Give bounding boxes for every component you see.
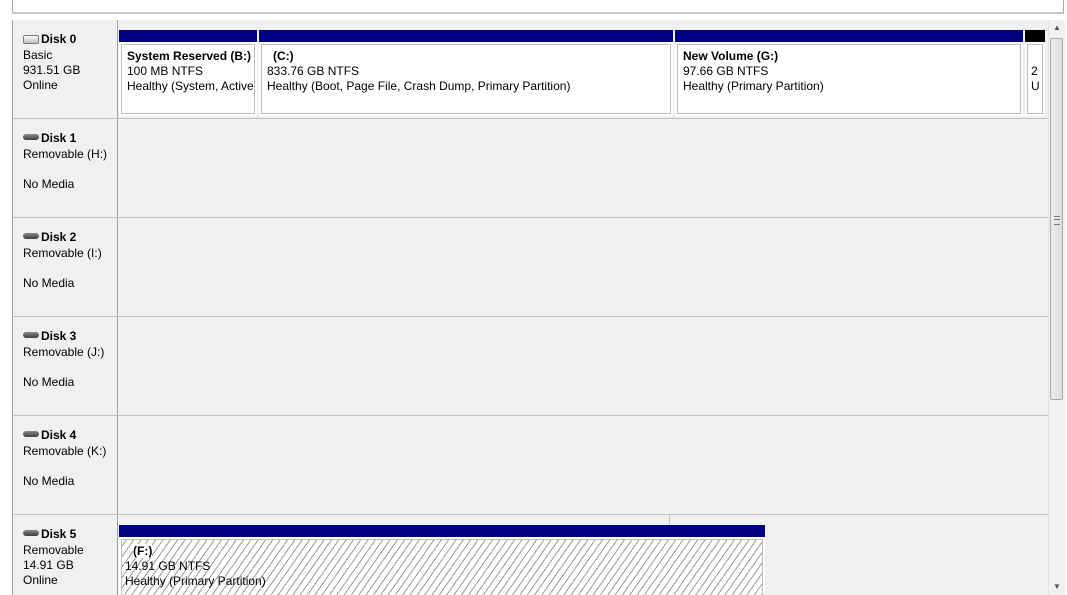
arrow-up-icon[interactable]: ▲ — [1049, 20, 1065, 36]
graphical-disk-view: Disk 0 Basic 931.51 GB Online System Res… — [12, 20, 1049, 595]
partition-size: 14.91 GB NTFS — [125, 559, 211, 573]
disk-row-3[interactable]: Disk 3 Removable (J:) No Media — [13, 317, 1049, 416]
disk-label-5[interactable]: Disk 5 Removable 14.91 GB Online — [13, 515, 118, 595]
partition-status: Healthy (Primary Partition) — [683, 79, 824, 93]
partition-bar — [119, 525, 765, 537]
disk-type: Basic — [23, 48, 53, 62]
disk-type: Removable (H:) — [23, 147, 108, 161]
vertical-scrollbar[interactable]: ▲ ▼ — [1048, 20, 1065, 595]
partition-size: 2 — [1031, 64, 1038, 78]
partition-f[interactable]: (F:) 14.91 GB NTFS Healthy (Primary Part… — [119, 525, 765, 595]
disk-type: Removable — [23, 543, 84, 557]
removable-disk-icon — [23, 332, 39, 338]
disk-row-2[interactable]: Disk 2 Removable (I:) No Media — [13, 218, 1049, 317]
disk-name: Disk 1 — [41, 131, 77, 145]
partition-status: Healthy (System, Active — [127, 79, 254, 93]
partition-bar — [119, 30, 257, 42]
removable-disk-icon — [23, 134, 39, 140]
disk-status: No Media — [23, 177, 75, 191]
disk-type: Removable (K:) — [23, 444, 107, 458]
partition-c[interactable]: (C:) 833.76 GB NTFS Healthy (Boot, Page … — [259, 30, 673, 116]
disk-row-1[interactable]: Disk 1 Removable (H:) No Media — [13, 119, 1049, 218]
disk-status: No Media — [23, 375, 75, 389]
removable-disk-icon — [23, 431, 39, 437]
disk-name: Disk 4 — [41, 428, 77, 442]
removable-disk-icon — [23, 233, 39, 239]
partition-title: System Reserved (B:) — [127, 49, 252, 63]
disk-name: Disk 0 — [41, 32, 77, 46]
disk-status: Online — [23, 78, 58, 92]
partition-title: New Volume (G:) — [683, 49, 779, 63]
partition-status: Healthy (Primary Partition) — [125, 574, 266, 588]
top-pane-border — [12, 0, 1064, 14]
disk-label-2[interactable]: Disk 2 Removable (I:) No Media — [13, 218, 118, 316]
partition-unallocated[interactable]: 2 U — [1025, 30, 1045, 116]
grip-icon — [1054, 216, 1060, 225]
disk-status: No Media — [23, 474, 75, 488]
disk-size: 931.51 GB — [23, 63, 81, 77]
disk-type: Removable (I:) — [23, 246, 102, 260]
disk-status: No Media — [23, 276, 75, 290]
scrollbar-thumb[interactable] — [1050, 38, 1063, 400]
partition-bar — [1025, 30, 1045, 42]
partition-bar — [675, 30, 1023, 42]
disk-row-5[interactable]: Disk 5 Removable 14.91 GB Online (F:) 14… — [13, 515, 1049, 595]
partition-size: 97.66 GB NTFS — [683, 64, 769, 78]
disk-label-4[interactable]: Disk 4 Removable (K:) No Media — [13, 416, 118, 514]
disk-label-0[interactable]: Disk 0 Basic 931.51 GB Online — [13, 20, 118, 118]
disk-row-0[interactable]: Disk 0 Basic 931.51 GB Online System Res… — [13, 20, 1049, 119]
disk-type: Removable (J:) — [23, 345, 105, 359]
disk-status: Online — [23, 573, 58, 587]
hard-disk-icon — [23, 34, 39, 44]
partition-system-reserved[interactable]: System Reserved (B:) 100 MB NTFS Healthy… — [119, 30, 257, 116]
arrow-down-icon[interactable]: ▼ — [1049, 579, 1065, 595]
partition-size: 100 MB NTFS — [127, 64, 204, 78]
disk-label-3[interactable]: Disk 3 Removable (J:) No Media — [13, 317, 118, 415]
disk-name: Disk 5 — [41, 527, 77, 541]
partition-size: 833.76 GB NTFS — [267, 64, 360, 78]
disk-row-4[interactable]: Disk 4 Removable (K:) No Media — [13, 416, 1049, 515]
partition-status: Healthy (Boot, Page File, Crash Dump, Pr… — [267, 79, 571, 93]
removable-disk-icon — [23, 530, 39, 536]
partition-bar — [259, 30, 673, 42]
disk-name: Disk 3 — [41, 329, 77, 343]
disk-size: 14.91 GB — [23, 558, 74, 572]
partition-status: U — [1031, 79, 1040, 93]
partition-title: (C:) — [273, 49, 294, 63]
partition-g[interactable]: New Volume (G:) 97.66 GB NTFS Healthy (P… — [675, 30, 1023, 116]
disk-label-1[interactable]: Disk 1 Removable (H:) No Media — [13, 119, 118, 217]
disk-name: Disk 2 — [41, 230, 77, 244]
partition-title: (F:) — [133, 544, 153, 558]
